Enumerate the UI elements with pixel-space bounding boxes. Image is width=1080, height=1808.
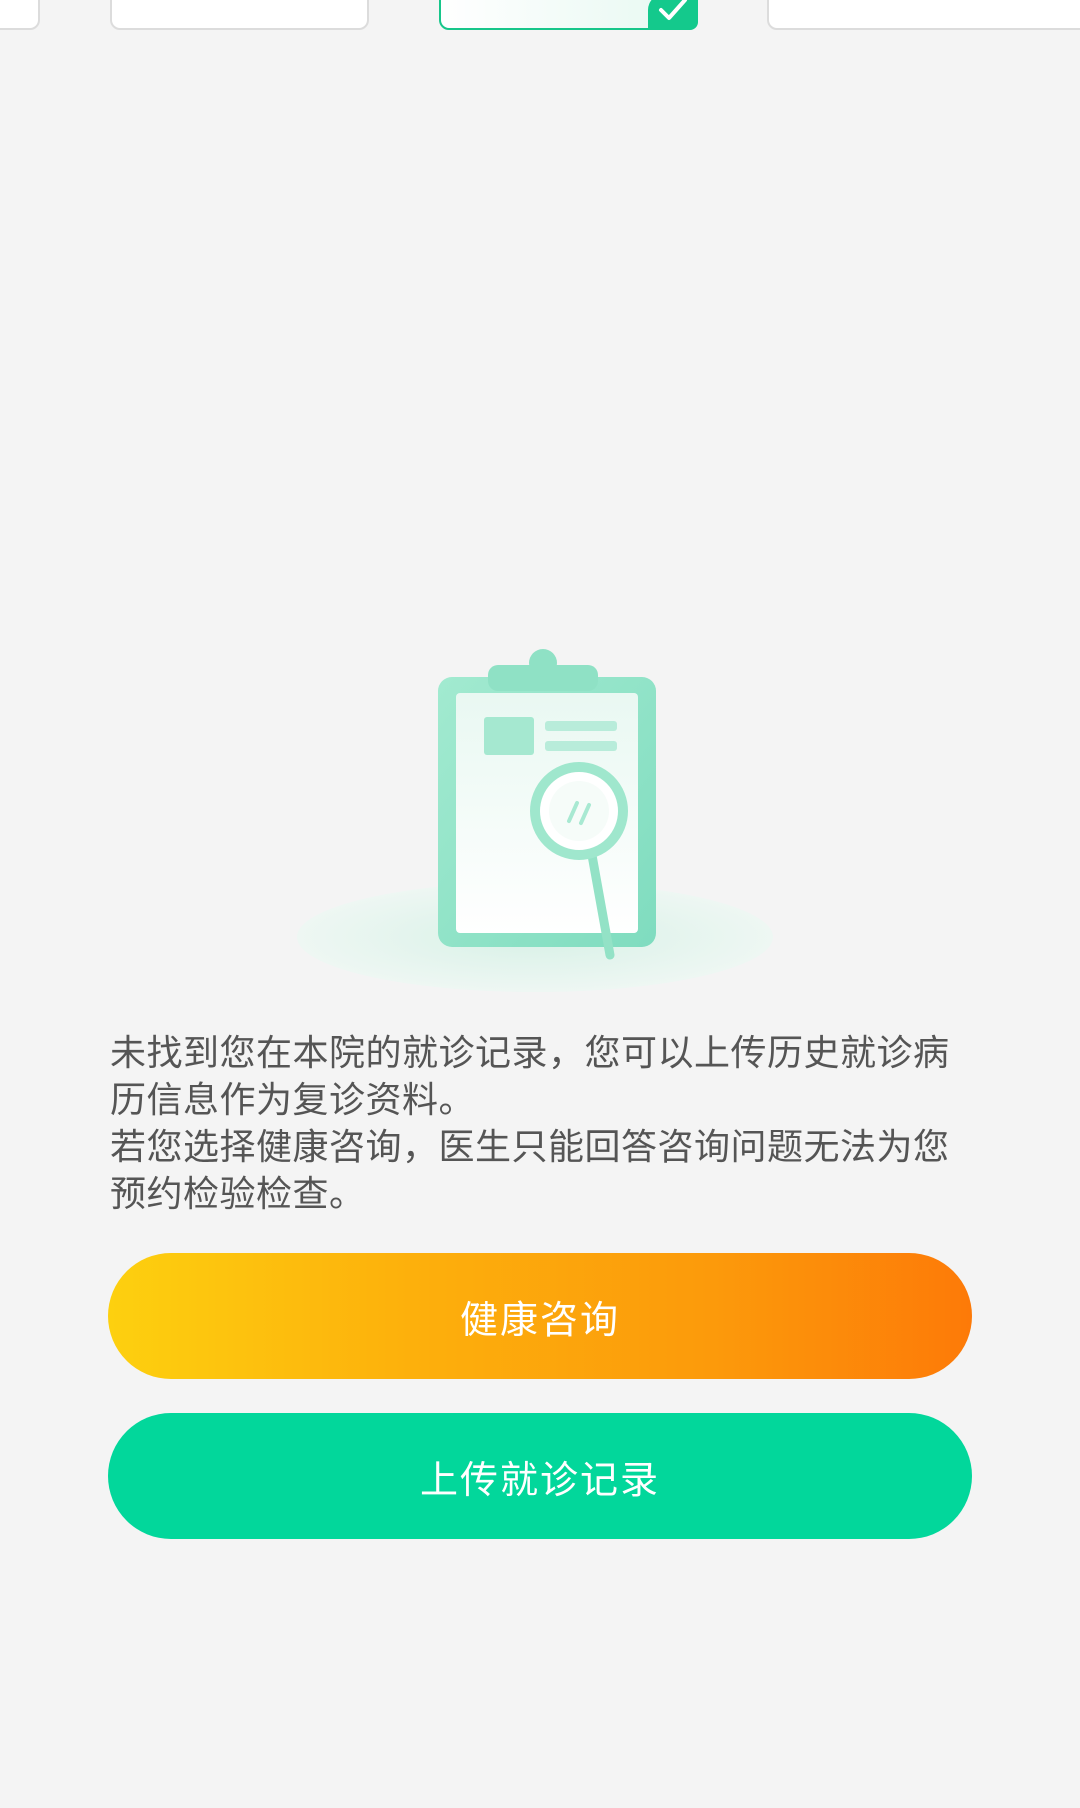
check-icon	[648, 0, 698, 30]
option-card-1[interactable]	[0, 0, 40, 30]
health-consult-button[interactable]: 健康咨询	[108, 1253, 972, 1379]
clipboard-search-icon	[290, 645, 780, 1005]
empty-state-message: 未找到您在本院的就诊记录，您可以上传历史就诊病历信息作为复诊资料。 若您选择健康…	[110, 1030, 970, 1218]
option-card-2[interactable]	[110, 0, 369, 30]
message-line-2: 若您选择健康咨询，医生只能回答咨询问题无法为您预约检验检查。	[110, 1127, 950, 1215]
message-line-1: 未找到您在本院的就诊记录，您可以上传历史就诊病历信息作为复诊资料。	[110, 1033, 950, 1121]
upload-record-button[interactable]: 上传就诊记录	[108, 1413, 972, 1539]
option-card-4[interactable]	[767, 0, 1080, 30]
option-card-selected[interactable]	[439, 0, 698, 30]
